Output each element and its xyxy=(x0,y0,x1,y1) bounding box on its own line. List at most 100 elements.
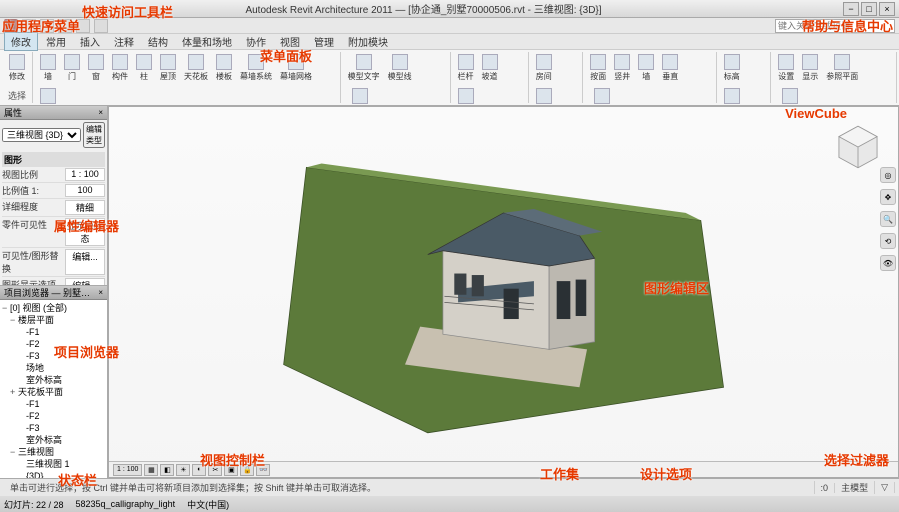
lock-view-icon[interactable]: 🔒 xyxy=(240,464,254,476)
ribbon-btn-楼板[interactable]: 楼板 xyxy=(213,52,235,84)
ribbon-btn-显示[interactable]: 显示 xyxy=(799,52,821,84)
ribbon-btn-修改[interactable]: 修改 xyxy=(6,52,28,84)
tree-node[interactable]: −[0] 视图 (全部) xyxy=(2,302,105,314)
view-control-bar: 1 : 100 ▦ ◧ ☀ ◐ ✂ ▣ 🔒 👓 xyxy=(109,461,898,477)
构件-icon xyxy=(112,54,128,70)
tab-insert[interactable]: 插入 xyxy=(74,33,106,50)
tree-node[interactable]: {3D} xyxy=(2,470,105,478)
shadows-icon[interactable]: ◐ xyxy=(192,464,206,476)
tab-collaborate[interactable]: 协作 xyxy=(240,33,272,50)
props-row[interactable]: 图形显示选项编辑... xyxy=(2,277,105,286)
ribbon-btn-构件[interactable]: 构件 xyxy=(109,52,131,84)
orbit-icon[interactable]: ⟲ xyxy=(880,233,896,249)
ribbon-btn-窗[interactable]: 窗 xyxy=(85,52,107,84)
look-icon[interactable]: 👁 xyxy=(880,255,896,271)
修改-icon xyxy=(9,54,25,70)
edit-type-button[interactable]: 编辑类型 xyxy=(83,122,105,148)
tree-node[interactable]: 室外标高 xyxy=(2,434,105,446)
楼板-icon xyxy=(216,54,232,70)
房间-icon xyxy=(536,54,552,70)
qat-redo-icon[interactable] xyxy=(76,19,90,33)
browser-close-icon[interactable]: × xyxy=(98,288,103,297)
ribbon-btn-墙[interactable]: 墙 xyxy=(37,52,59,84)
language-status: 中文(中国) xyxy=(187,498,229,511)
workset-status[interactable]: :0 xyxy=(815,483,836,493)
幕墙网格-icon xyxy=(288,54,304,70)
qat-undo-icon[interactable] xyxy=(58,19,72,33)
tree-node[interactable]: 三维视图 1 xyxy=(2,458,105,470)
tab-structure[interactable]: 结构 xyxy=(142,33,174,50)
ribbon-btn-房间[interactable]: 房间 xyxy=(533,52,555,84)
close-button[interactable]: × xyxy=(879,2,895,16)
ribbon-btn-设置[interactable]: 设置 xyxy=(775,52,797,84)
tree-node[interactable]: −楼层平面 xyxy=(2,314,105,326)
sun-path-icon[interactable]: ☀ xyxy=(176,464,190,476)
天花板-icon xyxy=(188,54,204,70)
ribbon-btn-门[interactable]: 门 xyxy=(61,52,83,84)
tab-manage[interactable]: 管理 xyxy=(308,33,340,50)
properties-close-icon[interactable]: × xyxy=(98,108,103,117)
detail-level-icon[interactable]: ▦ xyxy=(144,464,158,476)
zoom-icon[interactable]: 🔍 xyxy=(880,211,896,227)
tab-massing[interactable]: 体量和场地 xyxy=(176,33,238,50)
ribbon-btn-幕墙网格[interactable]: 幕墙网格 xyxy=(277,52,315,84)
ribbon-btn-垂直[interactable]: 垂直 xyxy=(659,52,681,84)
设置-icon xyxy=(778,54,794,70)
tree-node[interactable]: −三维视图 xyxy=(2,446,105,458)
垂直-icon xyxy=(662,54,678,70)
scale-button[interactable]: 1 : 100 xyxy=(113,464,142,476)
tree-node[interactable]: 场地 xyxy=(2,362,105,374)
ribbon-btn-坡道[interactable]: 坡道 xyxy=(479,52,501,84)
nav-wheel-icon[interactable]: ◎ xyxy=(880,167,896,183)
minimize-button[interactable]: − xyxy=(843,2,859,16)
type-selector[interactable]: 三维视图 {3D} xyxy=(2,128,81,142)
tab-addins[interactable]: 附加模块 xyxy=(342,33,394,50)
ribbon-btn-竖井[interactable]: 竖井 xyxy=(611,52,633,84)
ribbon-btn-栏杆[interactable]: 栏杆 xyxy=(455,52,477,84)
maximize-button[interactable]: □ xyxy=(861,2,877,16)
ribbon-btn-标高[interactable]: 标高 xyxy=(721,52,743,84)
ribbon-btn-天花板[interactable]: 天花板 xyxy=(181,52,211,84)
app-menu-button[interactable] xyxy=(4,19,18,33)
tab-annotate[interactable]: 注释 xyxy=(108,33,140,50)
design-option-status[interactable]: 主模型 xyxy=(835,481,875,494)
help-search-input[interactable] xyxy=(775,19,895,33)
tree-node[interactable]: -F3 xyxy=(2,422,105,434)
props-row[interactable]: 视图比例1 : 100 xyxy=(2,167,105,183)
ribbon-btn-墙[interactable]: 墙 xyxy=(635,52,657,84)
visual-style-icon[interactable]: ◧ xyxy=(160,464,174,476)
tree-node[interactable]: -F1 xyxy=(2,326,105,338)
tree-node[interactable]: +天花板平面 xyxy=(2,386,105,398)
ribbon-btn-参照平面[interactable]: 参照平面 xyxy=(823,52,861,84)
qat-save-icon[interactable] xyxy=(40,19,54,33)
temp-hide-icon[interactable]: 👓 xyxy=(256,464,270,476)
crop-region-icon[interactable]: ▣ xyxy=(224,464,238,476)
tree-node[interactable]: 室外标高 xyxy=(2,374,105,386)
view-cube[interactable] xyxy=(832,121,884,173)
props-row[interactable]: 零件可见性显示原状态 xyxy=(2,217,105,248)
drawing-canvas[interactable]: ◎ ✥ 🔍 ⟲ 👁 1 : 100 ▦ ◧ ☀ ◐ ✂ ▣ 🔒 👓 xyxy=(108,106,899,478)
crop-view-icon[interactable]: ✂ xyxy=(208,464,222,476)
ribbon-btn-模型文字[interactable]: 模型文字 xyxy=(345,52,383,84)
ribbon-btn-屋顶[interactable]: 屋顶 xyxy=(157,52,179,84)
ribbon-btn-按面[interactable]: 按面 xyxy=(587,52,609,84)
ribbon-btn-模型线[interactable]: 模型线 xyxy=(385,52,415,84)
ribbon-btn-幕墙系统[interactable]: 幕墙系统 xyxy=(237,52,275,84)
qat-print-icon[interactable] xyxy=(94,19,108,33)
tree-node[interactable]: -F2 xyxy=(2,410,105,422)
pan-icon[interactable]: ✥ xyxy=(880,189,896,205)
qat-open-icon[interactable] xyxy=(22,19,36,33)
filter-icon[interactable]: ▽ xyxy=(875,482,895,493)
props-row[interactable]: 比例值 1:100 xyxy=(2,183,105,199)
tab-modify[interactable]: 修改 xyxy=(4,32,38,51)
props-row[interactable]: 详细程度精细 xyxy=(2,199,105,217)
tree-node[interactable]: -F1 xyxy=(2,398,105,410)
tab-view[interactable]: 视图 xyxy=(274,33,306,50)
竖梃-icon xyxy=(40,88,56,104)
tree-node[interactable]: -F2 xyxy=(2,338,105,350)
tab-home[interactable]: 常用 xyxy=(40,33,72,50)
project-tree[interactable]: −[0] 视图 (全部)−楼层平面-F1-F2-F3场地室外标高+天花板平面-F… xyxy=(0,300,107,478)
ribbon-btn-柱[interactable]: 柱 xyxy=(133,52,155,84)
props-row[interactable]: 可见性/图形替换编辑... xyxy=(2,248,105,277)
tree-node[interactable]: -F3 xyxy=(2,350,105,362)
